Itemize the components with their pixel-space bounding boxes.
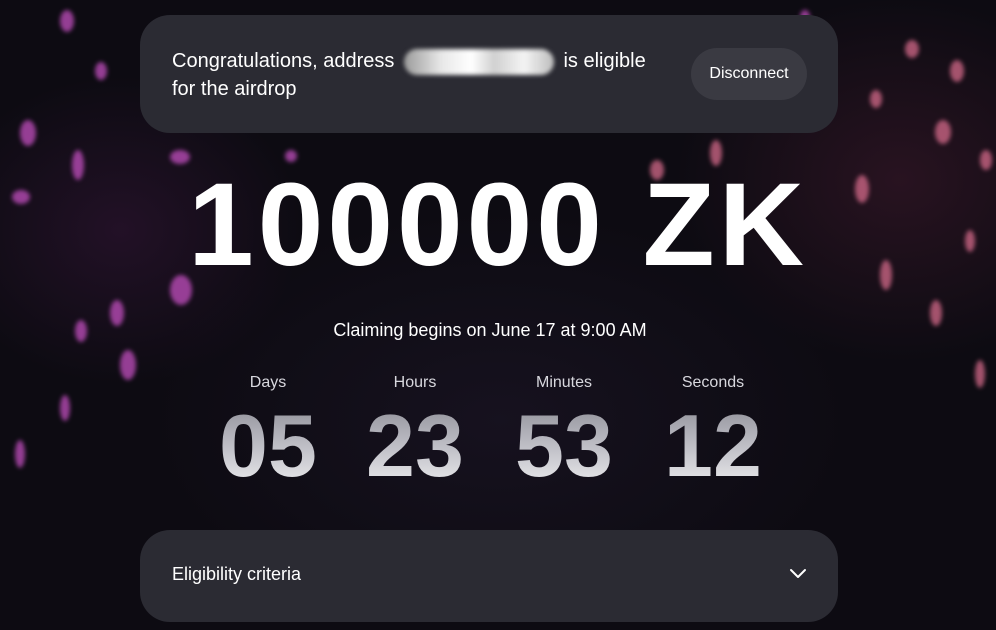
- seconds-value: 12: [638, 398, 788, 494]
- eligibility-criteria-label: Eligibility criteria: [172, 564, 302, 584]
- minutes-value: 53: [489, 398, 639, 494]
- chevron-down-icon[interactable]: [788, 564, 808, 584]
- disconnect-button[interactable]: Disconnect: [691, 48, 807, 100]
- countdown-days: Days 05: [193, 372, 343, 494]
- hours-label: Hours: [393, 374, 437, 391]
- days-value: 05: [193, 398, 343, 494]
- hours-value: 23: [340, 398, 490, 494]
- airdrop-amount: 100000 ZK: [188, 159, 808, 291]
- countdown-seconds: Seconds 12: [638, 372, 788, 494]
- message-prefix: Congratulations, address: [172, 50, 395, 72]
- countdown-minutes: Minutes 53: [489, 372, 639, 494]
- minutes-label: Minutes: [535, 374, 593, 391]
- eligibility-criteria-accordion[interactable]: Eligibility criteria: [140, 530, 838, 622]
- days-label: Days: [249, 374, 287, 391]
- countdown-hours: Hours 23: [340, 372, 490, 494]
- eligibility-message: Congratulations, address is eligible for…: [172, 47, 662, 103]
- eligibility-banner: Congratulations, address is eligible for…: [140, 15, 838, 133]
- countdown-timer: Days 05 Hours 23 Minutes 53 Seconds 12: [188, 372, 798, 502]
- claim-start-info: Claiming begins on June 17 at 9:00 AM: [333, 320, 647, 340]
- redacted-address: [403, 48, 554, 75]
- seconds-label: Seconds: [681, 374, 745, 391]
